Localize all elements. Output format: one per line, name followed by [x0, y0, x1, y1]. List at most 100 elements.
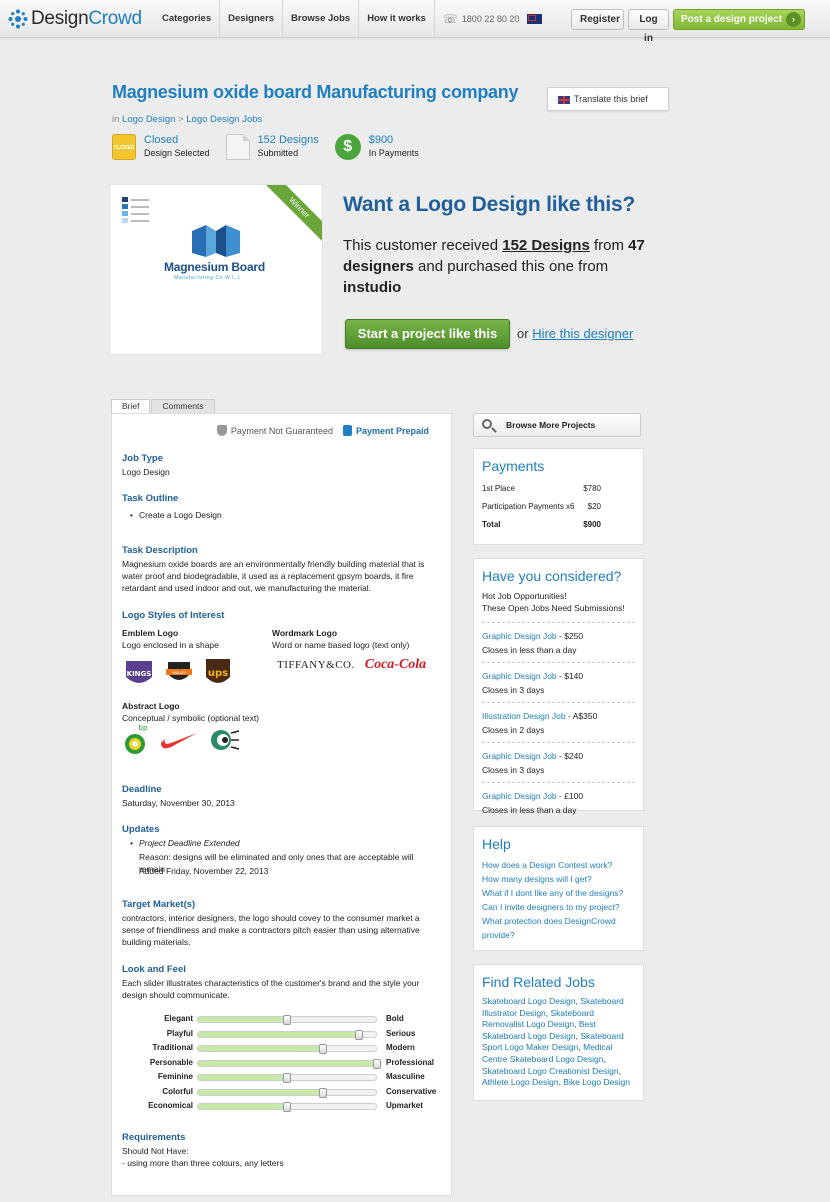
- tab-comments[interactable]: Comments: [151, 399, 215, 413]
- look-slider-row: Colorful Conservative: [112, 1086, 453, 1100]
- open-job-price: - A$350: [565, 711, 598, 721]
- open-job-price: - $240: [556, 751, 584, 761]
- stat-designs: 152 Designs Submitted: [225, 134, 319, 160]
- slider-right-label: Masculine: [386, 1072, 425, 1081]
- slider-handle[interactable]: [283, 1102, 291, 1112]
- requirements-line-1: Should Not Have:: [122, 1146, 189, 1156]
- related-job-link[interactable]: Skateboard Logo Design: [482, 996, 576, 1006]
- slider-handle[interactable]: [355, 1029, 363, 1040]
- open-job-link[interactable]: Graphic Design Job: [482, 631, 557, 641]
- slider-track[interactable]: [197, 1088, 377, 1096]
- emblem-logo-heading: Emblem Logo: [122, 628, 179, 638]
- kings-logo-icon: KINGS: [126, 661, 152, 683]
- post-project-button[interactable]: Post a design project ›: [673, 9, 805, 30]
- start-project-button[interactable]: Start a project like this: [345, 319, 510, 349]
- wordmark-logo-text: Word or name based logo (text only): [272, 640, 410, 650]
- winner-ribbon: Winner: [263, 185, 322, 244]
- breadcrumb: in Logo Design > Logo Design Jobs: [112, 114, 262, 125]
- nav-browse-jobs[interactable]: Browse Jobs: [282, 0, 358, 38]
- slider-fill: [198, 1104, 287, 1109]
- help-link[interactable]: What if I dont like any of the designs?: [474, 886, 643, 900]
- look-slider-row: Personable Professional: [112, 1057, 453, 1071]
- document-icon: [225, 134, 250, 160]
- svg-text:KINGS: KINGS: [127, 670, 152, 678]
- open-job-item: Graphic Design Job - $250 Closes in less …: [482, 623, 635, 663]
- stat-payments-value: $900: [368, 134, 394, 146]
- slider-fill: [198, 1031, 359, 1037]
- task-outline-item: Create a Logo Design: [130, 510, 222, 520]
- payment-prepaid: Payment Prepaid: [355, 425, 429, 436]
- help-link[interactable]: What protection does DesignCrowd provide…: [474, 914, 643, 942]
- cta-designs-count[interactable]: 152 Designs: [502, 237, 590, 254]
- help-link[interactable]: Can I invite designers to my project?: [474, 900, 643, 914]
- tiffany-logo: TIFFANY&CO.: [277, 659, 355, 671]
- winning-design-image[interactable]: Magnesium Board Manufacturing Co W.L.L W…: [109, 184, 323, 355]
- nav-categories[interactable]: Categories: [154, 0, 219, 38]
- translate-label: Translate this brief: [574, 94, 648, 104]
- slider-right-label: Upmarket: [386, 1101, 423, 1110]
- open-job-link[interactable]: Graphic Design Job: [482, 791, 557, 801]
- look-and-feel-heading: Look and Feel: [122, 964, 186, 975]
- slider-handle[interactable]: [319, 1087, 327, 1098]
- slider-track[interactable]: [197, 1045, 377, 1052]
- magnesium-board-logo-mark: [192, 225, 240, 257]
- slider-left-label: Economical: [148, 1101, 193, 1110]
- target-markets-heading: Target Market(s): [122, 899, 196, 910]
- task-description-text: Magnesium oxide boards are an environmen…: [122, 559, 425, 593]
- open-job-item: Graphic Design Job - $140 Closes in 3 day…: [482, 663, 635, 703]
- breadcrumb-in: in: [112, 114, 120, 125]
- open-job-closes: Closes in less than a day: [482, 805, 577, 815]
- designcrowd-logo[interactable]: DesignCrowd: [8, 8, 142, 30]
- payment-flags: Payment Not Guaranteed Payment Prepaid: [216, 425, 429, 436]
- open-job-link[interactable]: Illustration Design Job: [482, 711, 566, 721]
- help-link[interactable]: How does a Design Contest work?: [474, 858, 643, 872]
- stat-payments: $ $900 In Payments: [334, 134, 419, 160]
- slider-handle[interactable]: [373, 1058, 381, 1069]
- register-button[interactable]: Register: [571, 9, 624, 30]
- slider-left-label: Feminine: [157, 1072, 193, 1081]
- wordmark-logo-examples: TIFFANY&CO. Coca-Cola: [277, 657, 436, 673]
- related-jobs-links: Skateboard Logo Design, Skateboard Illus…: [482, 996, 630, 1088]
- slider-track[interactable]: [197, 1030, 377, 1038]
- nav-designers[interactable]: Designers: [219, 0, 282, 38]
- related-job-link[interactable]: Bike Logo Design: [563, 1077, 630, 1087]
- open-job-item: Illustration Design Job - A$350 Closes in…: [482, 703, 635, 743]
- slider-left-label: Colorful: [162, 1086, 193, 1096]
- uk-flag-icon: [558, 96, 570, 104]
- breadcrumb-logo-design[interactable]: Logo Design: [122, 114, 175, 125]
- slider-right-label: Conservative: [386, 1086, 437, 1096]
- related-job-link[interactable]: Athlete Logo Design: [482, 1077, 559, 1087]
- payment-row: 1st Place $780: [482, 484, 601, 493]
- browse-more-projects-button[interactable]: Browse More Projects: [473, 413, 641, 437]
- nav-how-it-works[interactable]: How it works: [358, 0, 434, 38]
- tab-brief[interactable]: Brief: [111, 399, 151, 414]
- logo-styles-heading: Logo Styles of Interest: [122, 610, 225, 621]
- target-markets-text: contractors, interior designers, the log…: [122, 913, 420, 947]
- related-job-link[interactable]: Skateboard Logo Creationist Design: [482, 1066, 619, 1076]
- open-job-link[interactable]: Graphic Design Job: [482, 671, 557, 681]
- login-button[interactable]: Log in: [628, 9, 669, 44]
- lock-icon: [342, 425, 352, 436]
- help-heading: Help: [482, 836, 511, 852]
- look-slider-row: Playful Serious: [112, 1028, 453, 1042]
- slider-track[interactable]: [197, 1059, 377, 1067]
- slider-handle[interactable]: [283, 1015, 291, 1025]
- translate-brief-button[interactable]: Translate this brief: [547, 87, 669, 111]
- bp-logo-icon: bp: [125, 724, 148, 754]
- open-job-link[interactable]: Graphic Design Job: [482, 751, 557, 761]
- australia-flag-icon[interactable]: [527, 14, 543, 24]
- considered-intro: Hot Job Opportunities! These Open Jobs N…: [482, 590, 635, 623]
- slider-fill: [198, 1017, 287, 1022]
- slider-handle[interactable]: [319, 1044, 327, 1054]
- post-project-label: Post a design project: [681, 14, 783, 25]
- slider-handle[interactable]: [283, 1073, 291, 1083]
- hire-designer-link[interactable]: Hire this designer: [532, 326, 633, 341]
- stat-designs-value[interactable]: 152 Designs: [258, 134, 319, 146]
- cta-description: This customer received 152 Designs from …: [343, 237, 645, 296]
- emblem-logo-text: Logo enclosed in a shape: [122, 640, 219, 650]
- svg-text:HARLEY: HARLEY: [172, 671, 187, 675]
- help-link[interactable]: How many designs will I get?: [474, 872, 643, 886]
- emblem-logo-examples: KINGS HARLEY ups: [124, 657, 242, 689]
- breadcrumb-logo-design-jobs[interactable]: Logo Design Jobs: [186, 114, 262, 125]
- browse-more-projects-label: Browse More Projects: [506, 420, 596, 430]
